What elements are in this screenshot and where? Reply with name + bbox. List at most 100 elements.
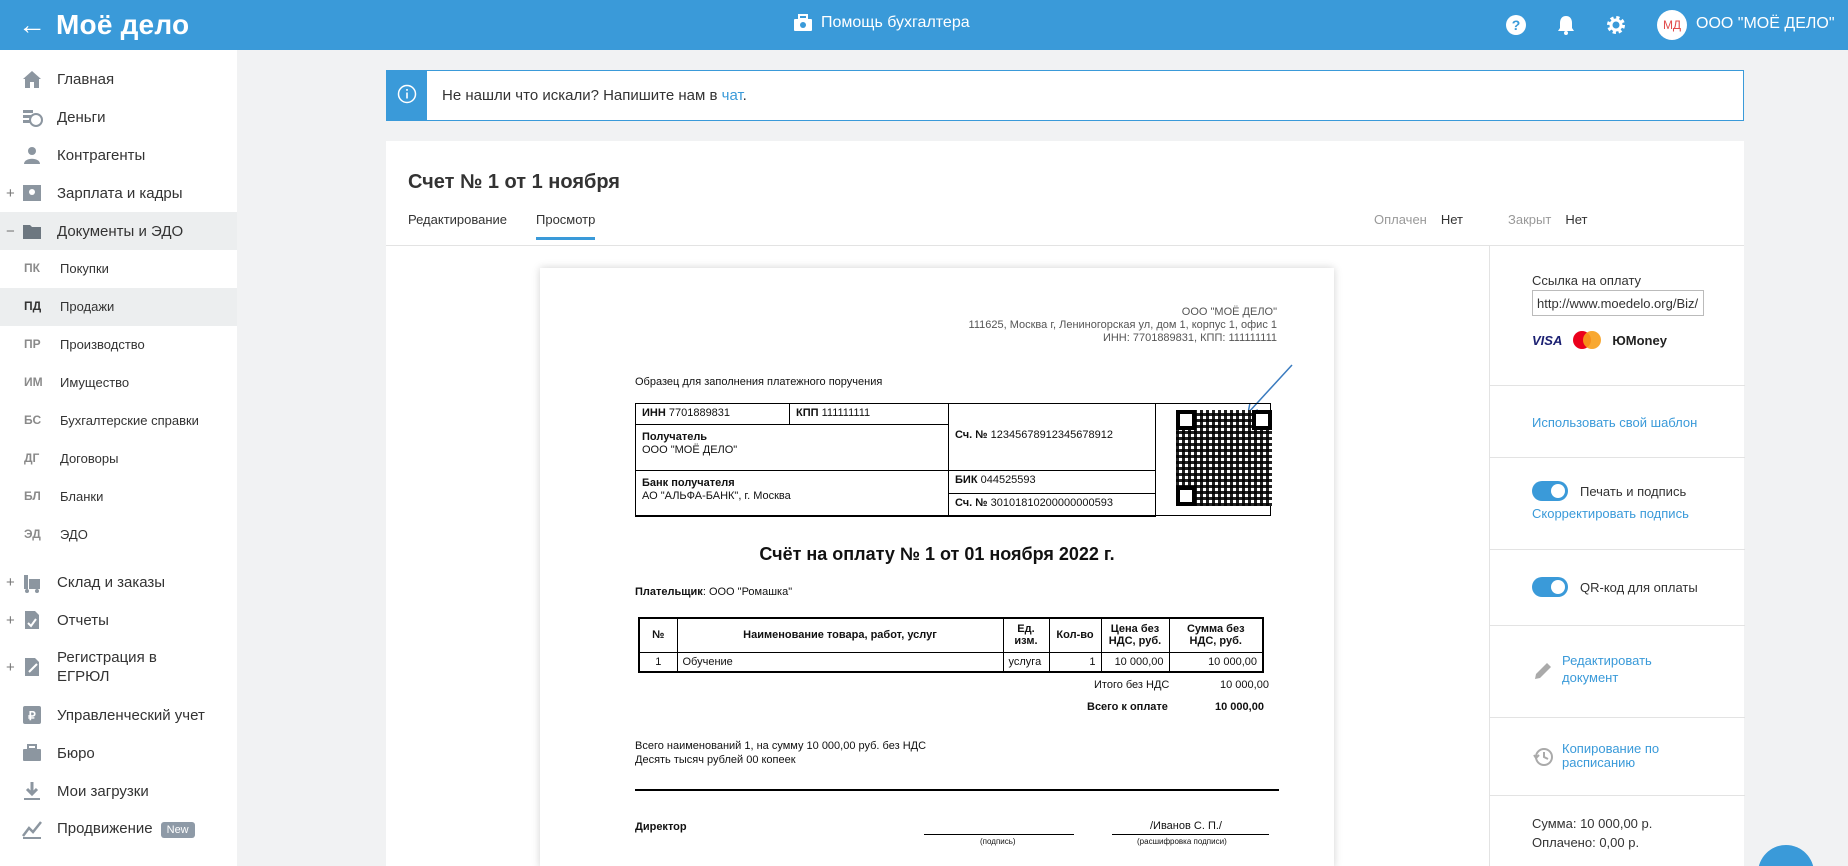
bell-icon[interactable] <box>1554 13 1578 37</box>
sidebar-subitem-forms[interactable]: БЛ Бланки <box>0 478 237 516</box>
schedule-copy-link[interactable]: Копирование по расписанию <box>1562 742 1659 770</box>
sidebar-item-label: Продвижение <box>57 820 153 838</box>
seller-name: ООО "МОЁ ДЕЛО" <box>1181 306 1277 318</box>
cell-qty: 1 <box>1048 651 1102 672</box>
edit-doc-link[interactable]: Редактировать документ <box>1562 652 1652 686</box>
invoice-preview: ООО "МОЁ ДЕЛО" 111625, Москва г, Лениног… <box>386 246 1488 866</box>
help-icon[interactable]: ? <box>1504 13 1528 37</box>
corr-account-cell: Сч. № 30101810200000000593 <box>948 493 1156 517</box>
subitem-abbr: ДГ <box>24 451 40 465</box>
sidebar-item-label: Главная <box>57 70 115 88</box>
seller-inn-kpp: ИНН: 7701889831, КПП: 111111111 <box>1102 332 1277 344</box>
app-logo[interactable]: Моё дело <box>56 9 189 41</box>
payment-link-input[interactable] <box>1532 290 1704 316</box>
goods-table-header: № Наименование товара, работ, услуг Ед. … <box>638 617 1264 653</box>
history-icon <box>1533 748 1553 766</box>
sidebar-item-registration[interactable]: + Регистрация в ЕГРЮЛ <box>0 639 237 695</box>
sidebar-subitem-sales[interactable]: ПД Продажи <box>0 288 237 326</box>
sidebar-item-promotion[interactable]: Продвижение New <box>0 810 237 848</box>
paid-status: Оплачен Нет <box>1374 212 1463 227</box>
sidebar-subitem-contracts[interactable]: ДГ Договоры <box>0 440 237 478</box>
payment-summary: Сумма: 10 000,00 р. Оплачено: 0,00 р. <box>1532 814 1652 852</box>
sidebar-item-management[interactable]: ₽ Управленческий учет <box>0 696 237 734</box>
recipient-cell: Получатель ООО "МОЁ ДЕЛО" <box>635 424 949 471</box>
qr-toggle[interactable] <box>1532 577 1568 597</box>
sidebar-item-label-line2: ЕГРЮЛ <box>57 668 110 685</box>
info-icon <box>397 84 417 104</box>
sidebar-subitem-edo[interactable]: ЭД ЭДО <box>0 516 237 554</box>
sidebar-subitem-property[interactable]: ИМ Имущество <box>0 364 237 402</box>
gear-icon[interactable] <box>1604 13 1628 37</box>
sidebar-item-label: Склад и заказы <box>57 573 166 591</box>
accountant-help-label: Помощь бухгалтера <box>821 14 970 31</box>
payment-brands: VISA ЮMoney <box>1532 330 1667 350</box>
org-name[interactable]: ООО "МОЁ ДЕЛО" <box>1696 15 1835 33</box>
fix-sign-link[interactable]: Скорректировать подпись <box>1532 505 1689 522</box>
sidebar-item-salary[interactable]: + Зарплата и кадры <box>0 174 237 212</box>
avatar[interactable]: МД <box>1657 10 1687 40</box>
report-icon <box>25 611 39 629</box>
sidebar-subitem-production[interactable]: ПР Производство <box>0 326 237 364</box>
new-badge: New <box>160 821 195 838</box>
yoomoney-logo: ЮMoney <box>1612 332 1667 348</box>
tab-view[interactable]: Просмотр <box>536 212 596 240</box>
page-title: Счет № 1 от 1 ноября <box>408 171 620 193</box>
sidebar-item-label: Деньги <box>57 108 106 126</box>
sidebar-subitem-accounting-notes[interactable]: БС Бухгалтерские справки <box>0 402 237 440</box>
sidebar-item-warehouse[interactable]: + Склад и заказы <box>0 563 237 601</box>
sidebar-item-label: Регистрация в <box>57 649 157 666</box>
sidebar-item-home[interactable]: Главная <box>0 60 237 98</box>
paid-value: Нет <box>1440 212 1464 227</box>
total-wo-vat-label: Итого без НДС <box>1094 679 1170 691</box>
collapse-minus-icon[interactable]: − <box>6 223 15 240</box>
sample-label: Образец для заполнения платежного поруче… <box>635 376 883 388</box>
sidebar-item-money[interactable]: Деньги <box>0 98 237 136</box>
subitem-abbr: ПК <box>24 261 40 275</box>
management-icon: ₽ <box>23 706 41 724</box>
payer: Плательщик: ООО "Ромашка" <box>635 586 793 598</box>
subitem-abbr: БЛ <box>24 489 41 503</box>
account-cell: Сч. № 12345678912345678912 <box>948 403 1156 471</box>
payment-link-section: Ссылка на оплату VISA ЮMoney <box>1490 246 1745 386</box>
sidebar-item-reports[interactable]: + Отчеты <box>0 601 237 639</box>
warehouse-icon <box>24 575 40 593</box>
sidebar-item-label-group: Регистрация в ЕГРЮЛ <box>57 648 157 686</box>
summary-line1: Всего наименований 1, на сумму 10 000,00… <box>635 740 927 752</box>
briefcase-icon <box>23 744 41 761</box>
col-name: Наименование товара, работ, услуг <box>676 617 1004 653</box>
schedule-section: Копирование по расписанию <box>1490 718 1745 796</box>
expand-plus-icon[interactable]: + <box>6 659 15 676</box>
chat-fab-button[interactable] <box>1758 845 1814 866</box>
subitem-abbr: ИМ <box>24 375 43 389</box>
expand-plus-icon[interactable]: + <box>6 185 15 202</box>
tab-edit[interactable]: Редактирование <box>408 212 507 227</box>
col-number: № <box>638 617 678 653</box>
cell-price: 10 000,00 <box>1100 651 1170 672</box>
back-arrow-icon[interactable]: ← <box>18 11 46 39</box>
sidebar-item-contractors[interactable]: Контрагенты <box>0 136 237 174</box>
print-sign-label: Печать и подпись <box>1580 484 1687 499</box>
accountant-help-button[interactable]: Помощь бухгалтера <box>793 14 970 32</box>
closed-label: Закрыт <box>1508 212 1552 227</box>
bank-details: ИНН 7701889831 КПП 111111111 Получатель О… <box>635 403 1272 517</box>
mastercard-icon <box>1573 331 1602 349</box>
home-icon <box>23 71 41 88</box>
chat-link[interactable]: чат <box>722 87 743 104</box>
subitem-label: Договоры <box>60 451 119 466</box>
use-template-link[interactable]: Использовать свой шаблон <box>1532 414 1697 431</box>
seller-address: 111625, Москва г, Лениногорская ул, дом … <box>968 319 1277 331</box>
print-sign-toggle[interactable] <box>1532 481 1568 501</box>
sidebar-subitem-purchases[interactable]: ПК Покупки <box>0 250 237 288</box>
sidebar-item-bureau[interactable]: Бюро <box>0 734 237 772</box>
sidebar-item-label: Документы и ЭДО <box>57 222 184 240</box>
sidebar-item-downloads[interactable]: Мои загрузки <box>0 772 237 810</box>
cell-number: 1 <box>638 651 678 672</box>
top-bar: ← Моё дело Помощь бухгалтера ? МД ООО "М… <box>0 0 1848 50</box>
col-price: Цена без НДС, руб. <box>1100 617 1170 653</box>
col-sum: Сумма без НДС, руб. <box>1168 617 1264 653</box>
banner-text: Не нашли что искали? Напишите нам в чат. <box>442 87 747 104</box>
expand-plus-icon[interactable]: + <box>6 612 15 629</box>
sidebar-item-documents[interactable]: − Документы и ЭДО <box>0 212 237 250</box>
expand-plus-icon[interactable]: + <box>6 574 15 591</box>
folder-icon <box>23 225 41 239</box>
